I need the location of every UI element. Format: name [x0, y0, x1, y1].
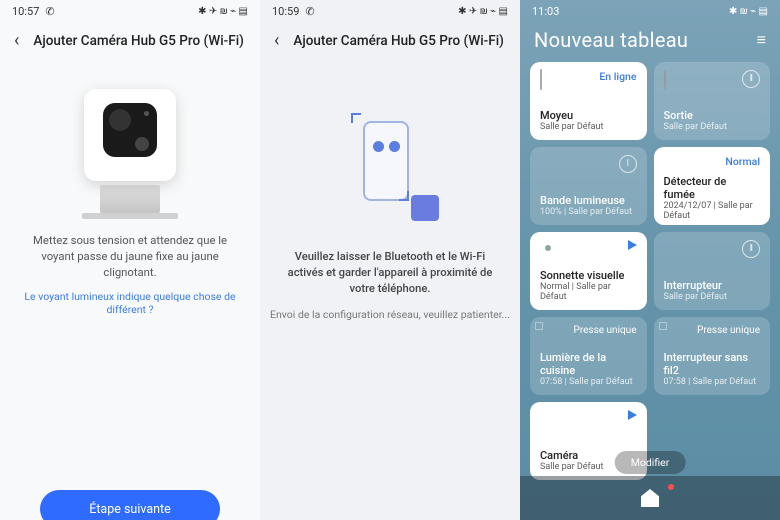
status-icons: ✱ ✈ ₪ ⌁ ▤ [458, 6, 508, 17]
device-tile[interactable]: Presse unique Lumière de la cuisine07:58 … [530, 317, 647, 395]
instruction-text: Mettez sous tension et attendez que le v… [0, 233, 260, 280]
board-title: Nouveau tableau [534, 28, 688, 52]
page-title: Ajouter Caméra Hub G5 Pro (Wi-Fi) [293, 33, 503, 49]
tile-name: Bande lumineuse [540, 194, 637, 207]
tile-text: InterrupteurSalle par Défaut [664, 279, 761, 302]
tile-top [540, 410, 637, 430]
tile-name: Moyeu [540, 109, 637, 122]
tile-text: SortieSalle par Défaut [664, 109, 761, 132]
tile-name: Sortie [664, 109, 761, 122]
tile-text: Bande lumineuse100% | Salle par Défaut [540, 194, 637, 217]
home-icon[interactable] [641, 489, 659, 507]
tile-sub: Salle par Défaut [540, 122, 637, 132]
power-icon[interactable] [742, 240, 760, 258]
instruction-text: Veuillez laisser le Bluetooth et le Wi-F… [260, 249, 520, 298]
progress-text: Envoi de la configuration réseau, veuill… [260, 308, 520, 321]
device-icon [664, 325, 684, 345]
device-icon [540, 325, 560, 345]
clock: 10:57 [12, 5, 39, 18]
back-icon[interactable]: ‹ [274, 30, 279, 51]
tile-text: Interrupteur sans fil207:58 | Salle par … [664, 351, 761, 387]
pairing-illustration [325, 113, 455, 223]
tile-sub: Salle par Défaut [664, 122, 761, 132]
board-header: Nouveau tableau ≡ [520, 22, 780, 56]
tiles-grid: En ligneMoyeuSalle par DéfautSortieSalle… [520, 56, 780, 480]
tile-top: En ligne [540, 70, 637, 90]
back-icon[interactable]: ‹ [14, 30, 19, 51]
status-bar: 10:57 ✆ ✱ ✈ ₪ ⌁ ▤ [0, 0, 260, 22]
tile-text: Sonnette visuelleNormal | Salle par Défa… [540, 269, 637, 302]
device-tile[interactable]: En ligne MoyeuSalle par Défaut [530, 62, 647, 140]
state-label: En ligne [599, 70, 636, 83]
device-icon [664, 240, 684, 260]
state-label: Presse unique [697, 325, 760, 336]
screen-dashboard: 11:03 ✱ ₪ ⌁ ▤ Nouveau tableau ≡ En ligne… [520, 0, 780, 520]
tile-top: Presse unique [664, 325, 761, 345]
whatsapp-icon: ✆ [45, 5, 54, 18]
screen-setup-step1: 10:57 ✆ ✱ ✈ ₪ ⌁ ▤ ‹ Ajouter Caméra Hub G… [0, 0, 260, 520]
camera-illustration [70, 89, 190, 215]
whatsapp-icon: ✆ [305, 5, 314, 18]
tile-sub: Salle par Défaut [664, 292, 761, 302]
tile-name: Lumière de la cuisine [540, 351, 637, 377]
device-icon [540, 410, 560, 430]
power-icon[interactable] [619, 155, 637, 173]
device-tile[interactable]: SortieSalle par Défaut [654, 62, 771, 140]
tile-name: Détecteur de fumée [664, 175, 761, 201]
tile-text: Lumière de la cuisine07:58 | Salle par D… [540, 351, 637, 387]
device-icon [540, 155, 560, 175]
device-icon [540, 240, 560, 260]
next-button[interactable]: Étape suivante [40, 490, 220, 520]
tile-top [664, 70, 761, 90]
status-bar: 11:03 ✱ ₪ ⌁ ▤ [520, 0, 780, 22]
tile-name: Interrupteur [664, 279, 761, 292]
play-icon[interactable] [628, 410, 637, 420]
device-icon [664, 155, 684, 175]
device-icon [540, 70, 560, 90]
tile-top [664, 240, 761, 260]
tile-name: Interrupteur sans fil2 [664, 351, 761, 377]
header: ‹ Ajouter Caméra Hub G5 Pro (Wi-Fi) [260, 22, 520, 59]
tile-top [540, 155, 637, 175]
help-link[interactable]: Le voyant lumineux indique quelque chose… [0, 290, 260, 316]
tile-sub: 07:58 | Salle par Défaut [540, 377, 637, 387]
status-bar: 10:59 ✆ ✱ ✈ ₪ ⌁ ▤ [260, 0, 520, 22]
notification-dot-icon [668, 484, 674, 490]
play-icon[interactable] [628, 240, 637, 250]
clock: 10:59 [272, 5, 299, 18]
page-title: Ajouter Caméra Hub G5 Pro (Wi-Fi) [33, 33, 243, 49]
power-icon[interactable] [742, 70, 760, 88]
device-tile[interactable]: InterrupteurSalle par Défaut [654, 232, 771, 310]
state-label: Normal [725, 155, 760, 168]
tile-text: MoyeuSalle par Défaut [540, 109, 637, 132]
screen-setup-step2: 10:59 ✆ ✱ ✈ ₪ ⌁ ▤ ‹ Ajouter Caméra Hub G… [260, 0, 520, 520]
tile-text: Détecteur de fumée2024/12/07 | Salle par… [664, 175, 761, 221]
device-tile[interactable]: Normal Détecteur de fumée2024/12/07 | Sal… [654, 147, 771, 225]
menu-icon[interactable]: ≡ [757, 30, 766, 50]
state-label: Presse unique [574, 325, 637, 336]
header: ‹ Ajouter Caméra Hub G5 Pro (Wi-Fi) [0, 22, 260, 59]
status-icons: ✱ ₪ ⌁ ▤ [729, 6, 768, 17]
tile-name: Sonnette visuelle [540, 269, 637, 282]
tile-sub: 100% | Salle par Défaut [540, 207, 637, 217]
device-tile[interactable]: Sonnette visuelleNormal | Salle par Défa… [530, 232, 647, 310]
tile-sub: Normal | Salle par Défaut [540, 282, 637, 302]
popout-icon [659, 322, 667, 330]
popout-icon [535, 322, 543, 330]
tile-top: Presse unique [540, 325, 637, 345]
device-tile[interactable]: Presse unique Interrupteur sans fil207:58… [654, 317, 771, 395]
status-icons: ✱ ✈ ₪ ⌁ ▤ [198, 6, 248, 17]
nav-bar [520, 476, 780, 520]
tile-top [540, 240, 637, 260]
modify-button[interactable]: Modifier [615, 451, 686, 474]
clock: 11:03 [532, 5, 559, 18]
device-tile[interactable]: Bande lumineuse100% | Salle par Défaut [530, 147, 647, 225]
device-icon [664, 70, 684, 90]
tile-sub: 07:58 | Salle par Défaut [664, 377, 761, 387]
tile-top: Normal [664, 155, 761, 175]
tile-sub: 2024/12/07 | Salle par Défaut [664, 201, 761, 221]
